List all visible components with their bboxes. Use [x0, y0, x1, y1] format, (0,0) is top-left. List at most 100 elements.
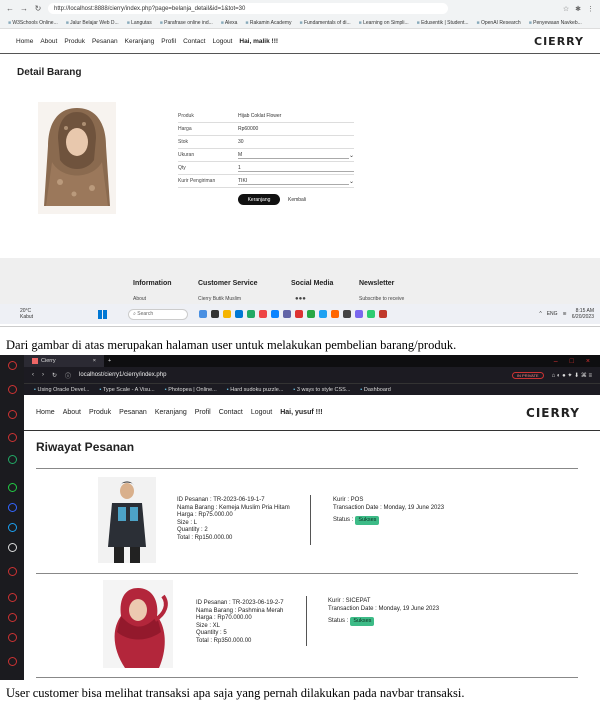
new-tab-icon[interactable]: +	[104, 358, 111, 364]
bookmark[interactable]: Rakamin Academy	[245, 20, 292, 26]
nav-produk[interactable]: Produk	[89, 409, 111, 416]
bookmark[interactable]: Using Oracle Devel...	[34, 387, 89, 393]
courier-select[interactable]: Kurir Pengiriman TIKI ⌄	[178, 175, 354, 188]
back-icon[interactable]: ←	[6, 4, 14, 13]
wifi-icon[interactable]: ≋	[563, 311, 567, 317]
back-link[interactable]: Kembali	[288, 194, 306, 205]
app-icon[interactable]	[295, 310, 304, 318]
app-icon[interactable]	[235, 310, 244, 318]
nav-about[interactable]: About	[63, 409, 81, 416]
bookmark[interactable]: Parafrase online ind...	[160, 20, 213, 26]
sidebar-icon[interactable]	[8, 503, 17, 512]
bookmark[interactable]: Fundamentals of di...	[300, 20, 351, 26]
address-bar[interactable]: http://localhost:8888/cierry/index.php?p…	[48, 3, 448, 14]
sidebar-icon[interactable]	[8, 543, 17, 552]
app-icon[interactable]	[319, 310, 328, 318]
tab-cierry[interactable]: Cierry ×	[24, 355, 104, 367]
app-icon[interactable]	[331, 310, 340, 318]
sidebar-icon[interactable]	[8, 613, 17, 622]
taskbar-search[interactable]: ⌕ Search	[128, 308, 189, 320]
bookmark[interactable]: 3 ways to style CSS...	[293, 387, 351, 393]
chevron-up-icon[interactable]: ^	[539, 311, 541, 317]
sidebar-icon[interactable]	[8, 483, 17, 492]
footer-link[interactable]: About	[133, 296, 146, 302]
minimize-icon[interactable]: –	[554, 358, 558, 365]
star-icon[interactable]: ☆	[563, 5, 569, 13]
sidebar-icon[interactable]	[8, 361, 17, 370]
bookmark[interactable]: Alexa	[221, 20, 238, 26]
nav-home[interactable]: Home	[16, 38, 33, 45]
maximize-icon[interactable]: □	[570, 358, 574, 365]
nav-keranjang[interactable]: Keranjang	[125, 38, 155, 45]
size-select[interactable]: Ukuran M ⌄	[178, 149, 354, 162]
bookmark[interactable]: Type Scale - A Visu...	[99, 387, 155, 393]
nav-about[interactable]: About	[40, 38, 57, 45]
close-window-icon[interactable]: ×	[586, 358, 590, 365]
nav-keranjang[interactable]: Keranjang	[155, 409, 187, 416]
app-icon[interactable]	[307, 310, 316, 318]
nav-contact[interactable]: Contact	[219, 409, 243, 416]
sidebar-icon[interactable]	[8, 523, 17, 532]
menu-icon[interactable]: ⋮	[587, 5, 594, 13]
bookmark[interactable]: Penyewaan Navkeb...	[529, 20, 582, 26]
windows-start-icon[interactable]	[98, 309, 108, 319]
brand-logo[interactable]: CIERRY	[526, 406, 588, 420]
app-icon[interactable]	[259, 310, 268, 318]
app-icon[interactable]	[343, 310, 352, 318]
forward-icon[interactable]: →	[20, 4, 28, 13]
brand-logo[interactable]: CIERRY	[534, 35, 584, 48]
sidebar-icon[interactable]	[8, 593, 17, 602]
courier-selected[interactable]: TIKI	[238, 178, 349, 185]
app-icon[interactable]	[283, 310, 292, 318]
sidebar-icon[interactable]	[8, 455, 17, 464]
app-icon[interactable]	[367, 310, 376, 318]
bookmark[interactable]: Photopea | Online...	[165, 387, 217, 393]
sidebar-icon[interactable]	[8, 657, 17, 666]
close-tab-icon[interactable]: ×	[93, 358, 96, 364]
app-icon[interactable]	[355, 310, 364, 318]
reload-icon[interactable]: ↻	[52, 372, 57, 379]
nav-home[interactable]: Home	[36, 409, 55, 416]
bookmark[interactable]: W3Schools Online...	[8, 20, 57, 26]
bookmark[interactable]: Hard sudoku puzzle...	[227, 387, 283, 393]
clock[interactable]: 8:15 AM 6/20/2023	[572, 308, 594, 320]
app-icon[interactable]	[271, 310, 280, 318]
extensions-icon[interactable]: ✱	[575, 5, 581, 13]
nav-produk[interactable]: Produk	[64, 38, 85, 45]
nav-pesanan[interactable]: Pesanan	[119, 409, 147, 416]
nav-profil[interactable]: Profil	[161, 38, 176, 45]
sidebar-icon[interactable]	[8, 633, 17, 642]
weather-widget[interactable]: 20°C Kabut	[20, 308, 33, 320]
footer-link[interactable]: Cierry Butik Muslim	[198, 296, 241, 302]
nav-logout[interactable]: Logout	[212, 38, 232, 45]
app-icon[interactable]	[247, 310, 256, 318]
sidebar-icon[interactable]	[8, 410, 17, 419]
nav-contact[interactable]: Contact	[183, 38, 205, 45]
sidebar-icon[interactable]	[8, 385, 17, 394]
nav-pesanan[interactable]: Pesanan	[92, 38, 118, 45]
bookmark[interactable]: Jalur Belajar Web D...	[66, 20, 119, 26]
nav-profil[interactable]: Profil	[195, 409, 211, 416]
sidebar-icon[interactable]	[8, 433, 17, 442]
qty-input[interactable]: Qty 1	[178, 162, 354, 175]
back-icon[interactable]: ‹	[32, 372, 34, 378]
bookmark[interactable]: Edusentik | Student...	[417, 20, 468, 26]
add-to-cart-button[interactable]: Keranjang	[238, 194, 280, 205]
bookmark[interactable]: Dashboard	[360, 387, 391, 393]
app-icon[interactable]	[379, 310, 388, 318]
forward-icon[interactable]: ›	[42, 372, 44, 378]
app-icon[interactable]	[199, 310, 208, 318]
app-icon[interactable]	[223, 310, 232, 318]
app-icon[interactable]	[211, 310, 220, 318]
qty-value[interactable]: 1	[238, 165, 354, 172]
bookmark[interactable]: Learning on Simpli...	[359, 20, 409, 26]
bookmark[interactable]: OpenAI Research	[477, 20, 521, 26]
chevron-down-icon[interactable]: ⌄	[349, 178, 354, 185]
size-selected[interactable]: M	[238, 152, 349, 159]
reload-icon[interactable]: ↻	[34, 4, 42, 13]
toolbar-icons[interactable]: ⌂ ◐ ● ✦ ⬇ ⌘ ≡	[552, 372, 592, 379]
sidebar-icon[interactable]	[8, 567, 17, 576]
chevron-down-icon[interactable]: ⌄	[349, 152, 354, 159]
language-indicator[interactable]: ENG	[547, 311, 558, 317]
address-url[interactable]: localhost/cierry1/cierry/index.php	[79, 372, 166, 378]
